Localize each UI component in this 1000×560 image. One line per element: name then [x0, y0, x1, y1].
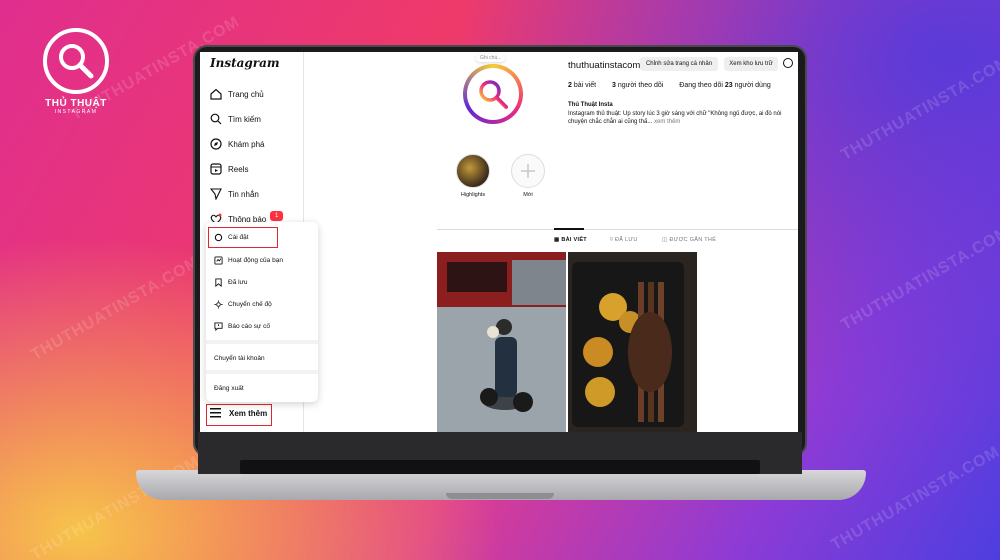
menu-divider [206, 340, 318, 344]
sidebar-item-label: Reels [228, 164, 249, 174]
menu-item-label: Chuyển chế độ [228, 300, 272, 308]
profile-stats: 2 bài viết 3 người theo dõi Đang theo dõ… [568, 82, 785, 89]
sun-icon [214, 299, 223, 309]
menu-item-saved[interactable]: Đã lưu [214, 275, 248, 289]
compass-icon [210, 138, 222, 150]
post-thumbnail-food[interactable] [568, 252, 697, 432]
report-icon [214, 321, 223, 331]
highlight-thumbnail [456, 154, 490, 188]
edit-profile-button[interactable]: Chỉnh sửa trang cá nhân [640, 57, 718, 71]
watermark: THUTHUATINSTA.COM [28, 253, 203, 364]
menu-item-label: Đã lưu [228, 278, 248, 286]
sidebar-item-label: Tìm kiếm [228, 114, 261, 124]
menu-item-report[interactable]: Báo cáo sự cố [214, 319, 270, 333]
tab-posts[interactable]: ▦ BÀI VIẾT [554, 237, 587, 243]
sidebar-item-messages[interactable]: Tin nhắn [210, 186, 259, 202]
laptop-notch [446, 493, 554, 499]
sidebar-item-explore[interactable]: Khám phá [210, 136, 264, 152]
post-thumbnail-scooter[interactable] [437, 252, 566, 432]
tabs-divider [437, 229, 798, 230]
bookmark-icon [215, 277, 222, 287]
active-tab-indicator [554, 228, 584, 230]
menu-item-logout[interactable]: Đăng xuất [214, 381, 244, 395]
menu-item-label: Hoạt động của bạn [228, 256, 283, 264]
posts-stat[interactable]: 2 bài viết [568, 82, 596, 89]
sidebar-item-label: Trang chủ [228, 89, 264, 99]
profile-avatar[interactable] [463, 64, 523, 124]
highlight-label: Highlights [460, 192, 486, 198]
gear-icon[interactable] [783, 58, 793, 68]
highlight-highlights[interactable]: Highlights [453, 154, 493, 198]
profile-display-name: Thủ Thuật Insta [568, 102, 613, 108]
notification-badge: 1 [270, 211, 284, 221]
reels-icon [210, 163, 222, 175]
brand-line1: THỦ THUẬT [45, 98, 107, 109]
brand-line2: INSTAGRAM [54, 109, 98, 115]
following-stat[interactable]: Đang theo dõi 23 người dùng [679, 82, 770, 89]
keyboard [240, 460, 760, 474]
profile-username: thuthuatinstacom [568, 60, 641, 71]
home-icon [210, 88, 222, 100]
more-highlight-box [206, 404, 272, 426]
profile-note[interactable]: Ghi chú... [476, 54, 506, 62]
tab-saved[interactable]: ⌑ ĐÃ LƯU [610, 237, 638, 243]
instagram-logo[interactable]: Instagram [210, 56, 280, 70]
sidebar-item-home[interactable]: Trang chủ [210, 86, 264, 102]
brand-search-icon [43, 28, 109, 94]
sidebar-item-search[interactable]: Tìm kiếm [210, 111, 261, 127]
highlight-new[interactable]: Mới [508, 154, 548, 198]
brand-logo: THỦ THUẬT INSTAGRAM [34, 28, 118, 115]
watermark: THUTHUATINSTA.COM [838, 223, 1000, 334]
activity-icon [214, 255, 223, 265]
menu-item-switch-appearance[interactable]: Chuyển chế độ [214, 297, 272, 311]
screen: Instagram Trang chủ Tìm kiếm Khám phá Re… [200, 52, 798, 432]
menu-divider [206, 370, 318, 374]
bio-more-link[interactable]: xem thêm [654, 119, 680, 125]
sidebar-item-reels[interactable]: Reels [210, 161, 248, 177]
watermark: THUTHUATINSTA.COM [838, 53, 1000, 164]
sidebar-item-label: Tin nhắn [228, 189, 259, 199]
highlight-label: Mới [523, 192, 533, 198]
sidebar-item-label: Khám phá [228, 139, 265, 149]
view-archive-button[interactable]: Xem kho lưu trữ [724, 57, 778, 71]
followers-stat[interactable]: 3 người theo dõi [612, 82, 663, 89]
tab-tagged[interactable]: ◫ ĐƯỢC GẮN THẺ [662, 237, 716, 243]
plus-icon [511, 154, 545, 188]
menu-item-activity[interactable]: Hoạt động của bạn [214, 253, 283, 267]
menu-item-switch-account[interactable]: Chuyển tài khoản [214, 351, 265, 365]
avatar-search-icon [479, 80, 508, 109]
settings-highlight-box [208, 227, 278, 248]
menu-item-label: Báo cáo sự cố [228, 322, 270, 330]
search-icon [210, 113, 222, 125]
profile-bio: Instagram thủ thuật: Up story lúc 3 giờ … [568, 110, 798, 126]
more-menu: Cài đặt Hoạt động của bạn Đã lưu Chuyển … [206, 222, 318, 402]
watermark: THUTHUATINSTA.COM [828, 443, 1000, 554]
send-icon [210, 188, 222, 200]
